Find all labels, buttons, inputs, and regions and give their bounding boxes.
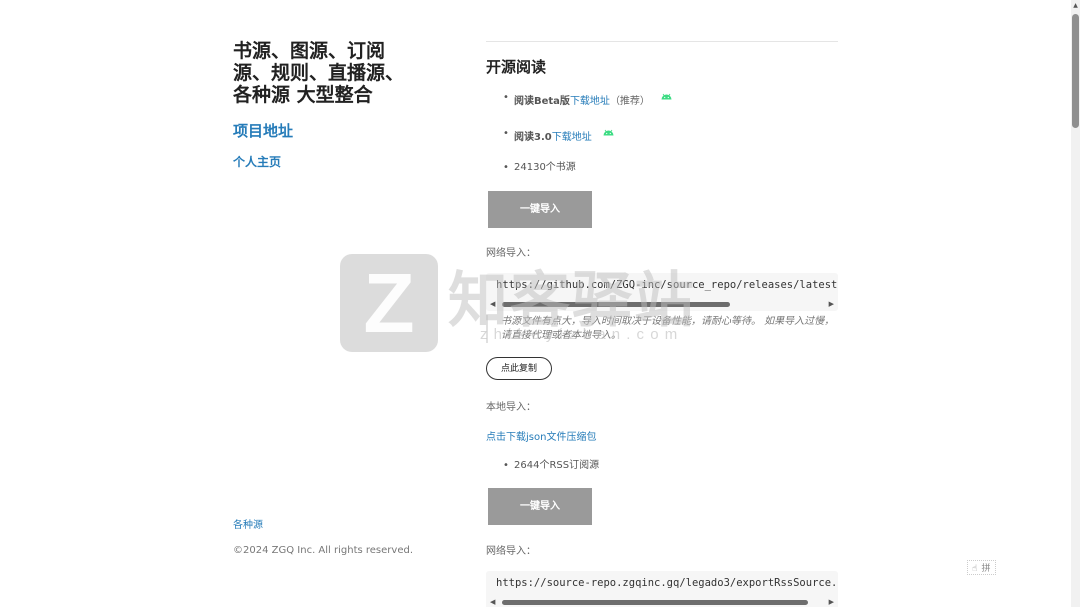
- scroll-up-icon[interactable]: ▲: [1071, 2, 1080, 9]
- list-item-v3: 阅读3.0下载地址: [486, 127, 838, 145]
- horizontal-scrollbar[interactable]: ◀ ▶: [490, 300, 834, 308]
- ime-pinyin-label: 拼: [981, 564, 991, 574]
- download-link-v3[interactable]: 下载地址: [552, 132, 592, 143]
- import-book-button[interactable]: 一键导入: [488, 191, 592, 228]
- recommend-label: （推荐）: [609, 96, 650, 107]
- app-name: 阅读3.0: [514, 132, 552, 143]
- download-list: 阅读Beta版下载地址（推荐） 阅读3.0下载地址 24130个书源: [486, 91, 838, 175]
- page-scrollbar[interactable]: ▲: [1071, 0, 1080, 607]
- scroll-thumb[interactable]: [502, 302, 730, 307]
- scroll-thumb[interactable]: [502, 600, 808, 605]
- scroll-left-icon[interactable]: ◀: [490, 300, 495, 308]
- watermark-logo: Z: [340, 254, 438, 352]
- watermark-logo-letter: Z: [363, 256, 415, 350]
- list-item-rss-count: 2644个RSS订阅源: [486, 459, 838, 473]
- download-zip-link[interactable]: 点击下载json文件压缩包: [486, 428, 838, 443]
- rss-list: 2644个RSS订阅源: [486, 459, 838, 473]
- section-title: 开源阅读: [486, 58, 547, 76]
- book-url-codebox[interactable]: https://github.com/ZGQ-inc/source_repo/r…: [486, 273, 838, 311]
- local-import-label: 本地导入：: [486, 402, 536, 413]
- scroll-right-icon[interactable]: ▶: [829, 598, 834, 606]
- list-item-book-count: 24130个书源: [486, 161, 838, 175]
- scroll-right-icon[interactable]: ▶: [829, 300, 834, 308]
- download-link-beta[interactable]: 下载地址: [570, 96, 610, 107]
- network-import-label-2: 网络导入：: [486, 546, 536, 557]
- list-item-beta: 阅读Beta版下载地址（推荐）: [486, 91, 838, 109]
- main-content: 开源阅读 阅读Beta版下载地址（推荐） 阅读3.0下载地址 24130个书源 …: [486, 41, 838, 607]
- rss-url: https://source-repo.zgqinc.gq/legado3/ex…: [496, 577, 838, 589]
- book-url: https://github.com/ZGQ-inc/source_repo/r…: [496, 279, 838, 291]
- network-import-label: 网络导入：: [486, 248, 536, 259]
- footer-link[interactable]: 各种源: [233, 516, 263, 531]
- sidebar: 书源、图源、订阅源、规则、直播源、各种源 大型整合 项目地址 个人主页: [233, 40, 433, 170]
- horizontal-scrollbar[interactable]: ◀ ▶: [490, 598, 834, 606]
- site-title: 书源、图源、订阅源、规则、直播源、各种源 大型整合: [233, 40, 405, 106]
- app-name: 阅读Beta版: [514, 96, 570, 107]
- rss-url-codebox[interactable]: https://source-repo.zgqinc.gq/legado3/ex…: [486, 571, 838, 607]
- project-link[interactable]: 项目地址: [233, 120, 433, 141]
- import-note: 书源文件有点大，导入时间取决于设备性能，请耐心等待。 如果导入过慢，请直接代理或…: [486, 315, 836, 343]
- android-icon: [661, 91, 672, 105]
- home-link[interactable]: 个人主页: [233, 153, 433, 170]
- scroll-left-icon[interactable]: ◀: [490, 598, 495, 606]
- import-rss-button[interactable]: 一键导入: [488, 488, 592, 525]
- ime-indicator[interactable]: ☝ 拼: [967, 560, 996, 575]
- copy-button[interactable]: 点此复制: [486, 357, 553, 380]
- copyright: ©2024 ZGQ Inc. All rights reserved.: [233, 545, 413, 556]
- page-scroll-thumb[interactable]: [1072, 14, 1079, 128]
- ime-hand-icon: ☝: [972, 564, 978, 574]
- android-icon: [603, 127, 614, 141]
